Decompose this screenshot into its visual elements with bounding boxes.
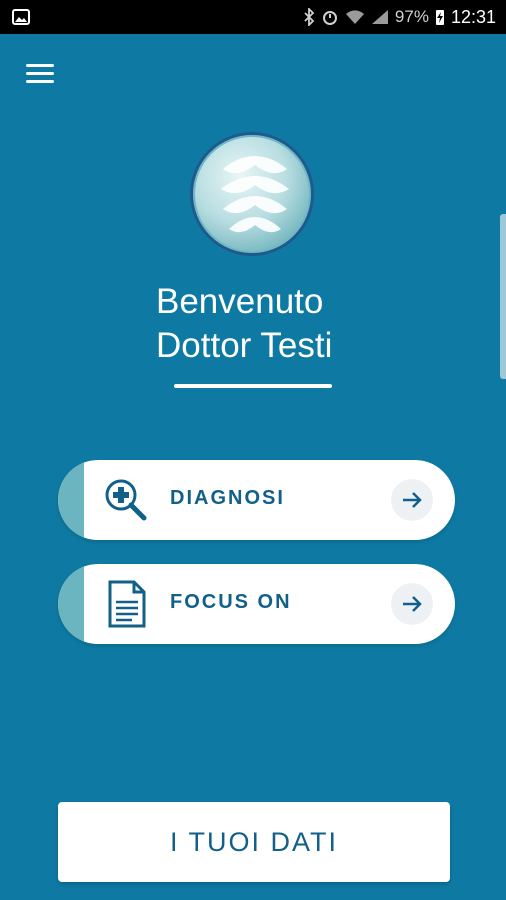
greeting-line-1: Benvenuto	[156, 282, 324, 321]
signal-icon	[371, 10, 388, 24]
card-accent-stripe	[58, 564, 84, 644]
diagnosi-label: DIAGNOSI	[170, 487, 285, 509]
bluetooth-icon	[304, 8, 315, 26]
status-bar-right: 97% 12:31	[303, 7, 496, 28]
clock: 12:31	[450, 6, 496, 27]
arrow-right-icon[interactable]	[391, 583, 433, 625]
welcome-greeting: Benvenuto Dottor Testi	[156, 280, 416, 368]
wifi-icon	[345, 10, 364, 24]
i-tuoi-dati-button[interactable]: I TUOI DATI	[58, 802, 450, 882]
card-accent-stripe	[58, 460, 84, 540]
gallery-notification-icon	[12, 9, 30, 25]
app-screen: Benvenuto Dottor Testi DIAGNOSI FOCUS ON…	[0, 34, 506, 900]
spine-logo-icon	[190, 132, 314, 256]
document-icon	[108, 580, 146, 628]
greeting-divider	[174, 384, 332, 388]
diagnosi-button[interactable]: DIAGNOSI	[58, 460, 455, 540]
focus-on-label: FOCUS ON	[170, 591, 292, 613]
focus-on-button[interactable]: FOCUS ON	[58, 564, 455, 644]
alarm-icon	[322, 11, 337, 25]
battery-charging-icon	[435, 10, 444, 25]
arrow-right-icon[interactable]	[391, 479, 433, 521]
status-bar-left	[12, 9, 30, 25]
battery-percent: 97%	[394, 7, 429, 26]
magnifier-plus-icon	[105, 479, 147, 521]
scroll-indicator	[500, 214, 506, 379]
status-bar: 97% 12:31	[0, 0, 506, 34]
hamburger-menu-icon[interactable]	[26, 64, 54, 86]
greeting-line-2: Dottor Testi	[156, 326, 333, 365]
